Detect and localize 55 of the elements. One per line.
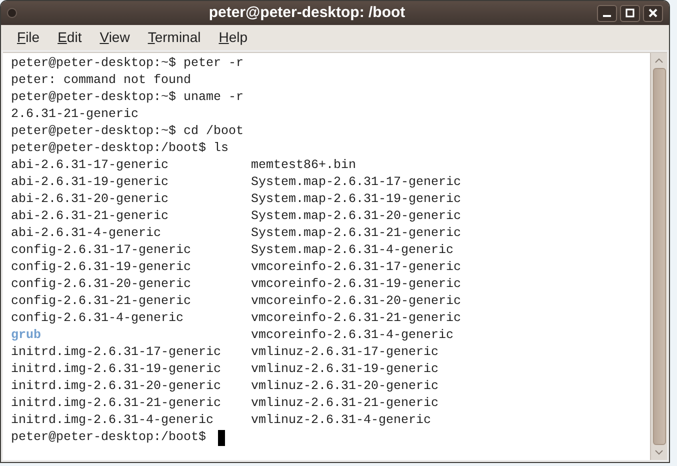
file-name: vmcoreinfo-2.6.31-19-generic [251,276,462,293]
file-name: System.map-2.6.31-21-generic [251,225,462,242]
file-name: vmlinuz-2.6.31-21-generic [251,395,439,412]
file-name: abi-2.6.31-19-generic [11,174,169,191]
file-name: vmlinuz-2.6.31-19-generic [251,361,439,378]
menu-item[interactable]: View [92,26,138,48]
file-name: memtest86+.bin [251,157,356,174]
file-name: initrd.img-2.6.31-20-generic [11,378,222,395]
minimize-icon [602,15,612,17]
file-name: initrd.img-2.6.31-21-generic [11,395,222,412]
file-name: abi-2.6.31-4-generic [11,225,162,242]
file-name: initrd.img-2.6.31-17-generic [11,344,222,361]
shell-prompt: peter@peter-desktop:/boot$ [11,429,208,446]
window-title: peter@peter-desktop: /boot [208,2,406,23]
close-button[interactable] [643,4,663,22]
file-name: vmcoreinfo-2.6.31-21-generic [251,310,462,327]
window-menu-icon[interactable] [7,8,17,18]
file-name: vmlinuz-2.6.31-20-generic [251,378,439,395]
menu-item[interactable]: File [9,26,48,48]
file-name: config-2.6.31-17-generic [11,242,192,259]
terminal-line: peter: command not found [11,72,192,89]
file-name: abi-2.6.31-20-generic [11,191,169,208]
terminal-line: peter@peter-desktop:~$ peter -r [11,55,244,72]
scroll-down-icon[interactable] [655,450,663,455]
text-cursor [218,430,225,446]
menu-item[interactable]: Terminal [140,26,209,48]
file-name: vmlinuz-2.6.31-4-generic [251,412,432,429]
terminal-line: peter@peter-desktop:~$ uname -r [11,89,244,106]
file-name: config-2.6.31-4-generic [11,310,184,327]
file-name: initrd.img-2.6.31-19-generic [11,361,222,378]
file-name: abi-2.6.31-21-generic [11,208,169,225]
scroll-up-icon[interactable] [655,58,663,63]
terminal-line: peter@peter-desktop:~$ cd /boot [11,123,244,140]
directory-name: grub [11,327,42,344]
terminal-line: 2.6.31-21-generic [11,106,139,123]
terminal-line: peter@peter-desktop:/boot$ ls [11,140,229,157]
file-name: System.map-2.6.31-20-generic [251,208,462,225]
file-name: vmcoreinfo-2.6.31-20-generic [251,293,462,310]
file-name: System.map-2.6.31-17-generic [251,174,462,191]
maximize-icon [625,8,635,18]
file-name: vmcoreinfo-2.6.31-4-generic [251,327,454,344]
file-name: abi-2.6.31-17-generic [11,157,169,174]
maximize-button[interactable] [620,4,640,22]
close-icon [648,8,658,18]
file-name: initrd.img-2.6.31-4-generic [11,412,214,429]
file-name: vmlinuz-2.6.31-17-generic [251,344,439,361]
menu-item[interactable]: Help [210,26,256,48]
file-name: vmcoreinfo-2.6.31-17-generic [251,259,462,276]
file-name: config-2.6.31-19-generic [11,259,192,276]
minimize-button[interactable] [597,4,617,22]
file-name: config-2.6.31-20-generic [11,276,192,293]
menu-item[interactable]: Edit [50,26,90,48]
file-name: System.map-2.6.31-19-generic [251,191,462,208]
file-name: config-2.6.31-21-generic [11,293,192,310]
file-name: System.map-2.6.31-4-generic [251,242,454,259]
